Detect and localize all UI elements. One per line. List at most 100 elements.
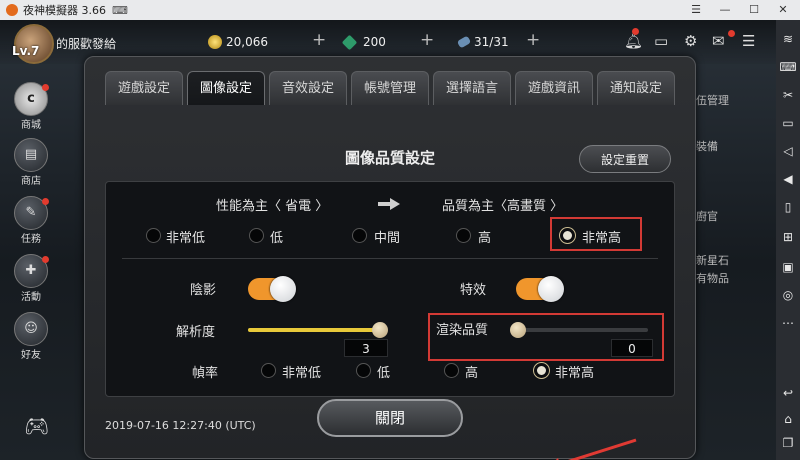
maximize-icon[interactable]: ☐	[741, 0, 767, 20]
gold-value: 20,066	[226, 35, 268, 49]
tab-game-info[interactable]: 遊戲資訊	[515, 71, 593, 105]
gamepad-icon[interactable]: ⌨	[112, 4, 128, 17]
game-viewport: Lv.7 的服歡發給 20,066 + 200 + 31/31 + 🔔︎ ▭ ⚙…	[0, 20, 776, 460]
quality-option-label: 高	[478, 231, 492, 246]
settings-gear-icon[interactable]: ⚙	[684, 32, 697, 50]
back-icon[interactable]: ↩	[776, 386, 800, 400]
shadow-toggle[interactable]	[248, 276, 296, 302]
framerate-option-label: 非常高	[555, 366, 595, 381]
left-menu-label: 商店	[21, 176, 41, 187]
left-menu-label: 好友	[21, 350, 41, 361]
tab-notification-settings[interactable]: 通知設定	[597, 71, 675, 105]
notification-dot	[42, 84, 49, 91]
location-icon[interactable]: ◎	[776, 288, 800, 302]
right-side-label: 廚官	[696, 210, 718, 223]
framerate-option-label: 非常低	[282, 366, 322, 381]
window-title: 夜神模擬器 3.66	[23, 4, 106, 17]
right-side-label: 新星石	[696, 254, 729, 267]
add-gold-button[interactable]: +	[312, 30, 326, 50]
wifi-icon: ≋	[782, 32, 794, 46]
video-record-icon[interactable]: ▭	[776, 116, 800, 130]
tab-game-settings[interactable]: 遊戲設定	[105, 71, 183, 105]
stamina-counter: 31/31	[456, 35, 509, 49]
add-stamina-button[interactable]: +	[526, 30, 540, 50]
timestamp: 2019-07-16 12:27:40 (UTC)	[105, 419, 256, 432]
effects-toggle[interactable]	[516, 276, 564, 302]
tab-account-management[interactable]: 帳號管理	[351, 71, 429, 105]
add-gem-button[interactable]: +	[420, 30, 434, 50]
gem-counter: 200	[341, 34, 386, 50]
resolution-label: 解析度	[176, 325, 216, 340]
quality-option-label: 低	[270, 231, 284, 246]
framerate-radio-very-low[interactable]	[261, 363, 276, 378]
right-side-label: 裝備	[696, 140, 718, 153]
recent-apps-icon[interactable]: ❐	[776, 436, 800, 450]
toggle-knob	[538, 276, 564, 302]
quality-radio-high[interactable]	[456, 228, 471, 243]
app-logo-icon	[6, 4, 18, 16]
controller-icon[interactable]: 🎮︎	[24, 414, 49, 438]
player-level: Lv.7	[12, 44, 40, 58]
quality-label: 品質為主〈高畫質 〉	[442, 199, 564, 214]
quality-option-label: 中間	[374, 231, 401, 246]
framerate-option-label: 低	[377, 366, 391, 381]
right-side-label: 伍管理	[696, 94, 729, 107]
settings-tabs: 遊戲設定 圖像設定 音效設定 帳號管理 選擇語言 遊戲資訊 通知設定	[105, 71, 679, 105]
framerate-option-label: 高	[465, 366, 479, 381]
framerate-radio-high[interactable]	[444, 363, 459, 378]
more-icon[interactable]: ⋯	[776, 316, 800, 330]
highlight-box	[550, 217, 642, 251]
add-friend-icon[interactable]: ☺	[14, 312, 48, 346]
tab-select-language[interactable]: 選擇語言	[433, 71, 511, 105]
add-app-icon[interactable]: ⊞	[776, 230, 800, 244]
apk-install-icon[interactable]: ▣	[776, 260, 800, 274]
framerate-radio-low[interactable]	[356, 363, 371, 378]
mail-icon[interactable]: ✉	[712, 32, 725, 50]
notification-dot	[728, 30, 735, 37]
resolution-slider-track[interactable]	[248, 328, 380, 332]
resolution-slider-thumb[interactable]	[372, 322, 388, 338]
highlight-box	[428, 313, 664, 361]
toggle-knob	[270, 276, 296, 302]
screen-rotate-icon[interactable]: ▯	[776, 200, 800, 214]
keyboard-icon[interactable]: ⌨	[776, 60, 800, 74]
player-name: 的服歡發給	[56, 37, 117, 51]
chest-icon[interactable]: ▤	[14, 138, 48, 172]
red-arrow-annotation	[555, 438, 637, 460]
shadow-label: 陰影	[190, 283, 217, 298]
quality-radio-medium[interactable]	[352, 228, 367, 243]
hamburger-menu-icon[interactable]: ☰	[742, 32, 755, 50]
resolution-value: 3	[344, 339, 388, 357]
home-icon[interactable]: ⌂	[776, 412, 800, 426]
divider	[122, 258, 658, 259]
tab-graphics-settings[interactable]: 圖像設定	[187, 71, 265, 105]
graphics-settings-panel: 性能為主〈 省電 〉 品質為主〈高畫質 〉 非常低 低 中間 高 非常高 陰影 …	[105, 181, 675, 397]
quality-radio-low[interactable]	[249, 228, 264, 243]
notification-dot	[42, 256, 49, 263]
effects-label: 特效	[460, 283, 487, 298]
settings-dialog: 遊戲設定 圖像設定 音效設定 帳號管理 選擇語言 遊戲資訊 通知設定 圖像品質設…	[84, 56, 696, 460]
scissors-icon[interactable]: ✂	[776, 88, 800, 102]
left-menu-label: 商城	[21, 120, 41, 131]
reset-settings-button[interactable]: 設定重置	[579, 145, 671, 173]
framerate-label: 幀率	[192, 366, 219, 381]
close-button[interactable]: 關閉	[317, 399, 463, 437]
left-menu-label: 任務	[21, 234, 41, 245]
minimize-icon[interactable]: —	[712, 0, 738, 20]
emulator-titlebar: 夜神模擬器 3.66 ⌨ ☰ — ☐ ✕	[0, 0, 800, 20]
stamina-icon	[456, 35, 472, 49]
framerate-radio-very-high[interactable]	[534, 363, 549, 378]
stamina-value: 31/31	[474, 35, 509, 49]
volume-down-icon[interactable]: ◁	[776, 144, 800, 158]
notification-dot	[632, 28, 639, 35]
resolution-slider-fill	[248, 328, 380, 332]
volume-up-icon[interactable]: ◀	[776, 172, 800, 186]
chat-icon[interactable]: ▭	[654, 32, 668, 50]
left-menu-label: 活動	[21, 292, 41, 303]
close-icon[interactable]: ✕	[770, 0, 796, 20]
menu-icon[interactable]: ☰	[683, 0, 709, 20]
tab-sound-settings[interactable]: 音效設定	[269, 71, 347, 105]
notification-dot	[42, 198, 49, 205]
quality-radio-very-low[interactable]	[146, 228, 161, 243]
emulator-sidebar: ≋ ⌨ ✂ ▭ ◁ ◀ ▯ ⊞ ▣ ◎ ⋯ ↩ ⌂ ❐	[776, 20, 800, 460]
